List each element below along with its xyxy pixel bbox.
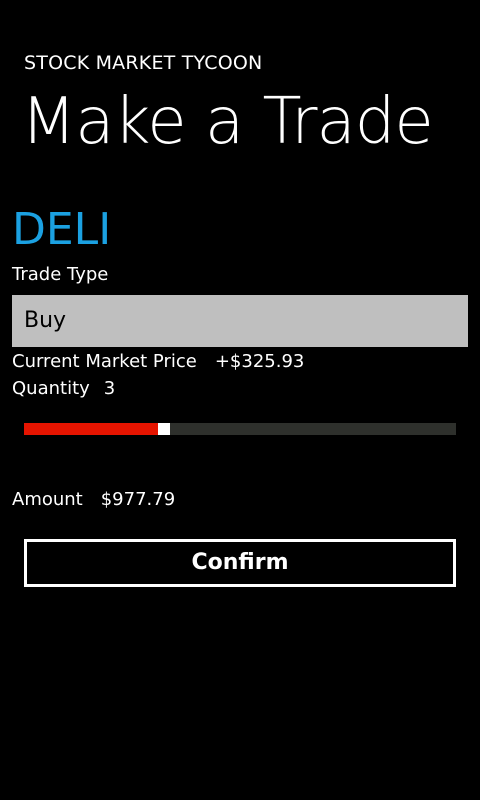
confirm-button[interactable]: Confirm: [24, 539, 456, 587]
app-title: STOCK MARKET TYCOON: [24, 52, 263, 74]
trade-type-value: Buy: [24, 308, 67, 333]
quantity-slider-thumb[interactable]: [158, 423, 170, 435]
stock-symbol: DELI: [12, 204, 112, 255]
quantity-row: Quantity 3: [12, 378, 115, 400]
trade-type-label: Trade Type: [12, 264, 109, 285]
amount-row: Amount $977.79: [12, 489, 175, 511]
page-title: Make a Trade: [21, 85, 434, 159]
amount-value: $977.79: [100, 489, 176, 510]
quantity-label: Quantity: [12, 378, 90, 399]
quantity-value: 3: [103, 378, 116, 399]
price-value: +$325.93: [214, 351, 305, 372]
trade-type-select[interactable]: Buy: [12, 295, 468, 347]
quantity-slider-fill: [24, 423, 158, 435]
amount-label: Amount: [12, 489, 83, 510]
quantity-slider[interactable]: [24, 423, 456, 435]
price-row: Current Market Price +$325.93: [12, 351, 304, 373]
price-label: Current Market Price: [12, 351, 197, 372]
